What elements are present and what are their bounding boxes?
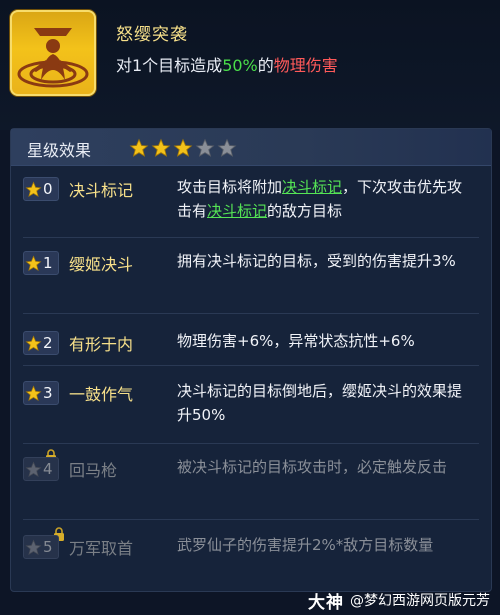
star-empty-icon (217, 138, 237, 157)
star-filled-icon (173, 138, 193, 157)
star-effects-header: 星级效果 (11, 129, 491, 166)
star-level-badge: 0 (23, 177, 59, 201)
star-icon (25, 181, 42, 197)
star-level-badge: 3 (23, 381, 59, 405)
star-level-badge: 4 (23, 457, 59, 481)
skill-desc-mid: 的 (257, 56, 274, 75)
star-effect-row-1: 1 缨姬决斗 拥有决斗标记的目标，受到的伤害提升3% (11, 249, 491, 305)
effect-name: 一鼓作气 (69, 385, 134, 404)
effect-name: 决斗标记 (69, 181, 134, 200)
star-rating (129, 138, 237, 158)
row-divider (23, 443, 479, 444)
star-icon (25, 539, 42, 555)
row-divider (23, 237, 479, 238)
effect-description: 拥有决斗标记的目标，受到的伤害提升3% (177, 252, 456, 270)
effect-description: 决斗标记的目标倒地后，缨姬决斗的效果提升50% (177, 382, 463, 424)
effect-description: 攻击目标将附加决斗标记，下次攻击优先攻击有决斗标记的敌方目标 (177, 175, 467, 223)
star-icon (25, 461, 42, 477)
skill-desc-percent: 50% (222, 56, 258, 75)
effect-text-part: 攻击目标将附加 (177, 178, 283, 196)
skill-title: 怒缨突袭 (116, 25, 188, 45)
star-effect-row-0: 0 决斗标记 攻击目标将附加决斗标记，下次攻击优先攻击有决斗标记的敌方目标 (11, 175, 491, 231)
effect-name: 有形于内 (69, 335, 134, 354)
star-level-number: 5 (43, 538, 53, 556)
star-effect-row-4: 4 回马枪 被决斗标记的目标攻击时，必定触发反击 (11, 449, 491, 511)
star-icon (25, 385, 42, 401)
star-effect-row-2: 2 有形于内 物理伤害+6%，异常状态抗性+6% (11, 329, 491, 361)
star-level-number: 2 (43, 334, 53, 352)
star-level-badge: 5 (23, 535, 59, 559)
star-effects-panel: 星级效果 0 决斗标记 攻击目标将附加决斗标记，下次攻击优先攻击有决斗标记的敌方… (10, 128, 492, 592)
warrior-emblem-icon (17, 28, 89, 88)
star-effect-row-5: 5 万军取首 武罗仙子的伤害提升2%*敌方目标数量 (11, 527, 491, 589)
skill-icon (10, 10, 96, 96)
star-level-number: 3 (43, 384, 53, 402)
row-divider (23, 519, 479, 520)
skill-desc-damage-type: 物理伤害 (273, 56, 338, 75)
star-level-number: 0 (43, 180, 53, 198)
star-level-number: 4 (43, 460, 53, 478)
effect-name: 回马枪 (69, 461, 118, 480)
skill-description: 对1个目标造成50%的物理伤害 (116, 52, 338, 76)
watermark-logo: 大神 (308, 592, 344, 613)
watermark-text: @梦幻西游网页版元芳 (350, 593, 490, 609)
effect-name: 缨姬决斗 (69, 255, 134, 274)
duel-mark-link[interactable]: 决斗标记 (207, 202, 267, 220)
star-level-badge: 1 (23, 251, 59, 275)
effect-name: 万军取首 (69, 539, 134, 558)
watermark: 大神 @梦幻西游网页版元芳 (308, 588, 490, 613)
star-empty-icon (195, 138, 215, 157)
row-divider (23, 313, 479, 314)
panel-title: 星级效果 (27, 141, 92, 160)
effect-text-part: 的敌方目标 (267, 202, 343, 220)
star-filled-icon (129, 138, 149, 157)
effect-description: 物理伤害+6%，异常状态抗性+6% (177, 332, 415, 350)
effect-description: 被决斗标记的目标攻击时，必定触发反击 (177, 458, 448, 476)
skill-desc-prefix: 对1个目标造成 (116, 56, 223, 75)
star-effect-row-3: 3 一鼓作气 决斗标记的目标倒地后，缨姬决斗的效果提升50% (11, 379, 491, 435)
effect-description: 武罗仙子的伤害提升2%*敌方目标数量 (177, 536, 434, 554)
star-filled-icon (151, 138, 171, 157)
star-icon (25, 335, 42, 351)
star-level-number: 1 (43, 254, 53, 272)
row-divider (23, 365, 479, 366)
star-icon (25, 255, 42, 271)
star-level-badge: 2 (23, 331, 59, 355)
duel-mark-link[interactable]: 决斗标记 (282, 178, 342, 196)
